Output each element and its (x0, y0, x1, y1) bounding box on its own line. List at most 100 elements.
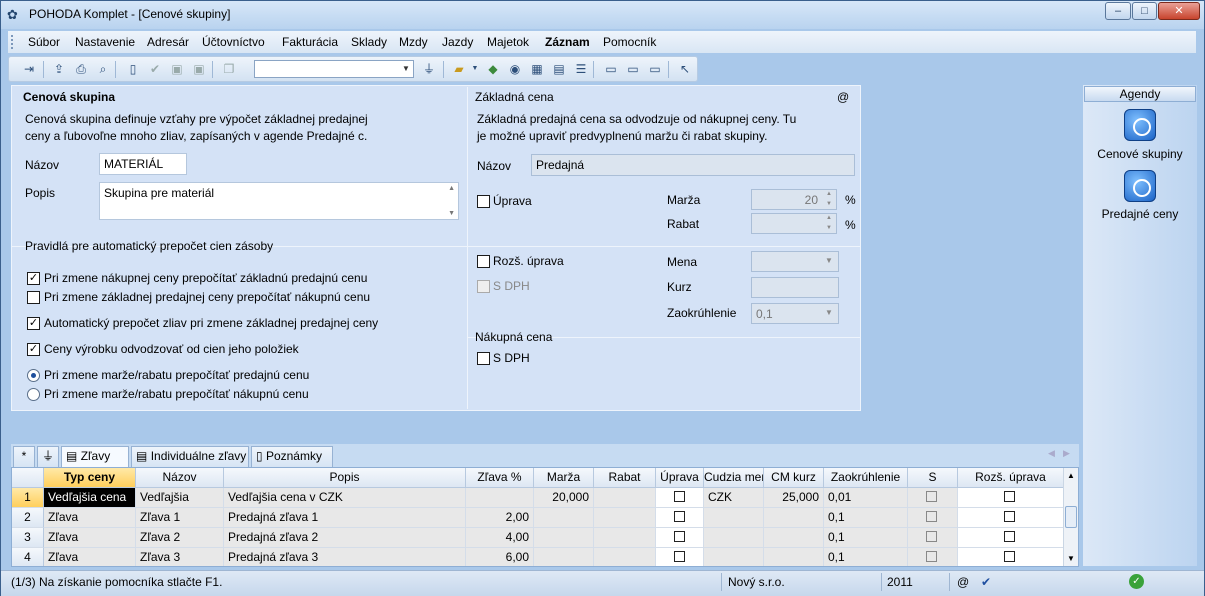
table-cell[interactable]: Predajná zľava 1 (224, 508, 466, 528)
record-search-combo[interactable]: ▼ (254, 60, 414, 78)
predajne-ceny-icon[interactable] (1124, 170, 1156, 202)
table-cell[interactable]: 25,000 (764, 488, 824, 508)
checkbox-ceny-vyrobku[interactable]: ✓ (27, 343, 40, 356)
table-cell[interactable]: Vedľajšia cena (44, 488, 136, 508)
chevron-down-icon[interactable]: ▼ (400, 62, 412, 76)
table-cell[interactable]: Vedľajšia cena v CZK (224, 488, 466, 508)
table-cell[interactable] (764, 528, 824, 548)
rabat-field[interactable]: ▲ ▼ (751, 213, 837, 234)
uprava-cell-checkbox[interactable] (674, 511, 685, 522)
mena-select[interactable]: ▼ (751, 251, 839, 272)
table-cell[interactable]: Zľava (44, 548, 136, 566)
table-cell[interactable] (656, 508, 704, 528)
table-cell[interactable] (534, 508, 594, 528)
checkbox-prepocet-nakupnej[interactable] (27, 291, 40, 304)
table-cell[interactable] (534, 528, 594, 548)
internet-icon[interactable]: ◉ (507, 61, 523, 77)
table-cell[interactable] (534, 548, 594, 566)
table-cell[interactable] (958, 548, 1064, 566)
tab-zlavy[interactable]: ▤ Zľavy (61, 446, 129, 467)
chevron-down-icon[interactable]: ▼ (822, 305, 836, 321)
column-header[interactable]: Typ ceny (44, 468, 136, 488)
chevron-down-icon[interactable]: ▼ (467, 61, 483, 77)
table-cell[interactable]: Zľava 2 (136, 528, 224, 548)
copy-icon[interactable]: ❐ (221, 61, 237, 77)
table-cell[interactable]: 0,1 (824, 548, 908, 566)
check-icon[interactable]: ✔ (147, 61, 163, 77)
help-pointer-icon[interactable]: ↖ (677, 61, 693, 77)
table-cell[interactable] (908, 488, 958, 508)
popis-field[interactable]: Skupina pre materiál ▲ ▼ (99, 182, 459, 220)
agenda-item-predajne-ceny[interactable]: Predajné ceny (1083, 207, 1197, 221)
column-header[interactable]: Cudzia mena (704, 468, 764, 488)
menu-sklady[interactable]: Sklady (351, 35, 387, 49)
table-cell[interactable] (594, 508, 656, 528)
column-header[interactable]: Rabat (594, 468, 656, 488)
table-cell[interactable]: Predajná zľava 2 (224, 528, 466, 548)
tab-scroll-left-icon[interactable]: ◀ (1048, 448, 1055, 459)
uprava-cell-checkbox[interactable] (674, 531, 685, 542)
table-cell[interactable]: 4,00 (466, 528, 534, 548)
save-all-icon[interactable]: ▣ (191, 61, 207, 77)
save-icon[interactable]: ▣ (169, 61, 185, 77)
s-cell-checkbox[interactable] (926, 551, 937, 562)
check-status-icon[interactable]: ✔ (981, 575, 991, 589)
table-cell[interactable]: Zľava 3 (136, 548, 224, 566)
table-cell[interactable] (704, 508, 764, 528)
rozs-uprava-cell-checkbox[interactable] (1004, 551, 1015, 562)
form-icon[interactable]: ▭ (625, 61, 641, 77)
table-cell[interactable]: Vedľajšia (136, 488, 224, 508)
column-header[interactable]: Popis (224, 468, 466, 488)
checkbox-prepocet-zakladnej[interactable]: ✓ (27, 272, 40, 285)
nazov-field[interactable]: MATERIÁL (99, 153, 187, 175)
column-header[interactable]: Úprava (656, 468, 704, 488)
table-cell[interactable]: 0,1 (824, 508, 908, 528)
table-cell[interactable]: Zľava (44, 528, 136, 548)
tab-individualne-zlavy[interactable]: ▤ Individuálne zľavy (131, 446, 249, 467)
table-cell[interactable] (764, 508, 824, 528)
s-cell-checkbox[interactable] (926, 491, 937, 502)
table-cell[interactable]: Zľava (44, 508, 136, 528)
spin-down-icon[interactable]: ▼ (822, 224, 836, 233)
menu-mzdy[interactable]: Mzdy (399, 35, 428, 49)
table-cell[interactable] (466, 488, 534, 508)
menu-pomocnik[interactable]: Pomocník (603, 35, 656, 49)
table-cell[interactable] (958, 508, 1064, 528)
menu-uctovnictvo[interactable]: Účtovníctvo (202, 35, 265, 49)
menu-nastavenie[interactable]: Nastavenie (75, 35, 135, 49)
column-header[interactable]: Zľava % (466, 468, 534, 488)
exit-icon[interactable]: ⇥ (21, 61, 37, 77)
zc-nazov-field[interactable]: Predajná (531, 154, 855, 176)
tab-poznamky[interactable]: ▯ Poznámky (251, 446, 333, 467)
menu-adresar[interactable]: Adresár (147, 35, 189, 49)
rozs-uprava-cell-checkbox[interactable] (1004, 511, 1015, 522)
rozs-uprava-cell-checkbox[interactable] (1004, 531, 1015, 542)
table-cell[interactable] (958, 528, 1064, 548)
menu-zaznam[interactable]: Záznam (545, 35, 590, 49)
filter-tab-icon[interactable]: ⏚ (37, 446, 59, 467)
scroll-down-icon[interactable]: ▼ (448, 210, 455, 217)
new-record-icon[interactable]: ▯ (125, 61, 141, 77)
column-header[interactable]: S (908, 468, 958, 488)
print-icon[interactable]: ⎙ (73, 61, 89, 77)
chevron-down-icon[interactable]: ▼ (822, 253, 836, 269)
table-cell[interactable] (908, 528, 958, 548)
asterisk-tab-icon[interactable]: * (13, 446, 35, 467)
s-cell-checkbox[interactable] (926, 511, 937, 522)
row-number[interactable]: 3 (12, 528, 44, 548)
table-cell[interactable] (704, 528, 764, 548)
cenove-skupiny-icon[interactable] (1124, 109, 1156, 141)
scroll-up-icon[interactable]: ▲ (1067, 471, 1075, 480)
close-button[interactable]: ✕ (1158, 2, 1200, 20)
table-cell[interactable]: 20,000 (534, 488, 594, 508)
column-header[interactable]: CM kurz (764, 468, 824, 488)
radio-prepocitat-predajnu[interactable] (27, 369, 40, 382)
table-cell[interactable] (908, 508, 958, 528)
list-icon[interactable]: ☰ (573, 61, 589, 77)
table-cell[interactable] (764, 548, 824, 566)
marza-field[interactable]: 20 ▲ ▼ (751, 189, 837, 210)
table-cell[interactable] (958, 488, 1064, 508)
card-icon[interactable]: ▭ (647, 61, 663, 77)
column-header[interactable]: Názov (136, 468, 224, 488)
zaokruhlenie-select[interactable]: 0,1 ▼ (751, 303, 839, 324)
